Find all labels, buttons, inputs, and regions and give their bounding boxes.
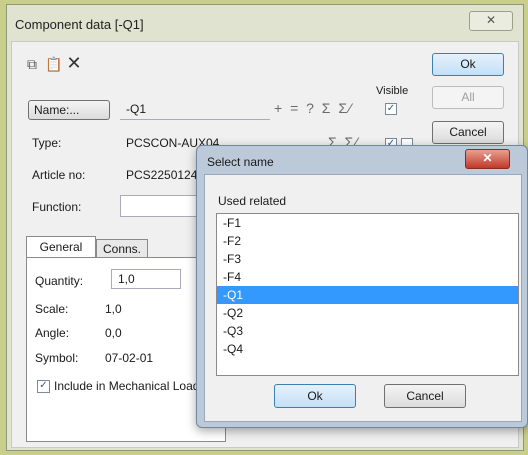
used-related-label: Used related: [218, 194, 287, 208]
article-value[interactable]: PCS2250124: [126, 168, 197, 182]
quantity-field[interactable]: 1,0: [111, 269, 181, 289]
list-item-selected[interactable]: -Q1: [217, 286, 518, 304]
tab-conns[interactable]: Conns.: [96, 239, 148, 258]
list-item[interactable]: -F3: [217, 250, 518, 268]
name-field[interactable]: -Q1: [120, 100, 270, 120]
function-label: Function:: [32, 200, 82, 214]
symbol-label: Symbol:: [35, 351, 79, 365]
tab-general[interactable]: General: [26, 236, 96, 258]
delete-icon[interactable]: ✕: [66, 54, 82, 72]
list-item[interactable]: -F4: [217, 268, 518, 286]
quantity-label: Quantity:: [35, 274, 84, 288]
select-ok-button[interactable]: Ok: [274, 384, 356, 408]
include-mechanical-checkbox[interactable]: ✓: [37, 380, 50, 393]
article-label: Article no:: [32, 168, 86, 182]
scale-label: Scale:: [35, 302, 69, 316]
select-dialog-title: Select name: [207, 155, 274, 169]
all-button[interactable]: All: [432, 86, 504, 109]
list-item[interactable]: -Q4: [217, 340, 518, 358]
angle-value: 0,0: [105, 326, 122, 340]
name-visible-checkbox[interactable]: ✓: [385, 103, 397, 115]
list-item[interactable]: -F1: [217, 214, 518, 232]
select-cancel-button[interactable]: Cancel: [384, 384, 466, 408]
type-label: Type:: [32, 136, 62, 150]
ok-button[interactable]: Ok: [432, 53, 504, 76]
close-icon: ✕: [485, 13, 497, 27]
close-icon: ✕: [482, 151, 493, 165]
close-button[interactable]: ✕: [469, 11, 513, 31]
visible-label: Visible: [376, 85, 409, 97]
select-close-button[interactable]: ✕: [465, 149, 510, 169]
select-dialog-body: Used related -F1 -F2 -F3 -F4 -Q1 -Q2 -Q3…: [204, 174, 522, 422]
angle-label: Angle:: [35, 326, 70, 340]
include-mechanical-label: Include in Mechanical Load: [54, 379, 200, 393]
name-symbols[interactable]: + = ? Σ Σ⁄: [274, 100, 353, 116]
list-item[interactable]: -F2: [217, 232, 518, 250]
list-item[interactable]: -Q2: [217, 304, 518, 322]
dialog-title: Component data [-Q1]: [15, 17, 144, 32]
name-button[interactable]: Name:...: [28, 100, 110, 120]
copy-icon[interactable]: ⧉: [24, 56, 40, 72]
cancel-button[interactable]: Cancel: [432, 121, 504, 144]
scale-value: 1,0: [105, 302, 122, 316]
list-item[interactable]: -Q3: [217, 322, 518, 340]
name-list[interactable]: -F1 -F2 -F3 -F4 -Q1 -Q2 -Q3 -Q4: [216, 213, 519, 376]
paste-icon[interactable]: 📋: [45, 56, 62, 72]
select-name-dialog: Select name ✕ Used related -F1 -F2 -F3 -…: [196, 145, 528, 428]
symbol-value: 07-02-01: [105, 351, 154, 365]
